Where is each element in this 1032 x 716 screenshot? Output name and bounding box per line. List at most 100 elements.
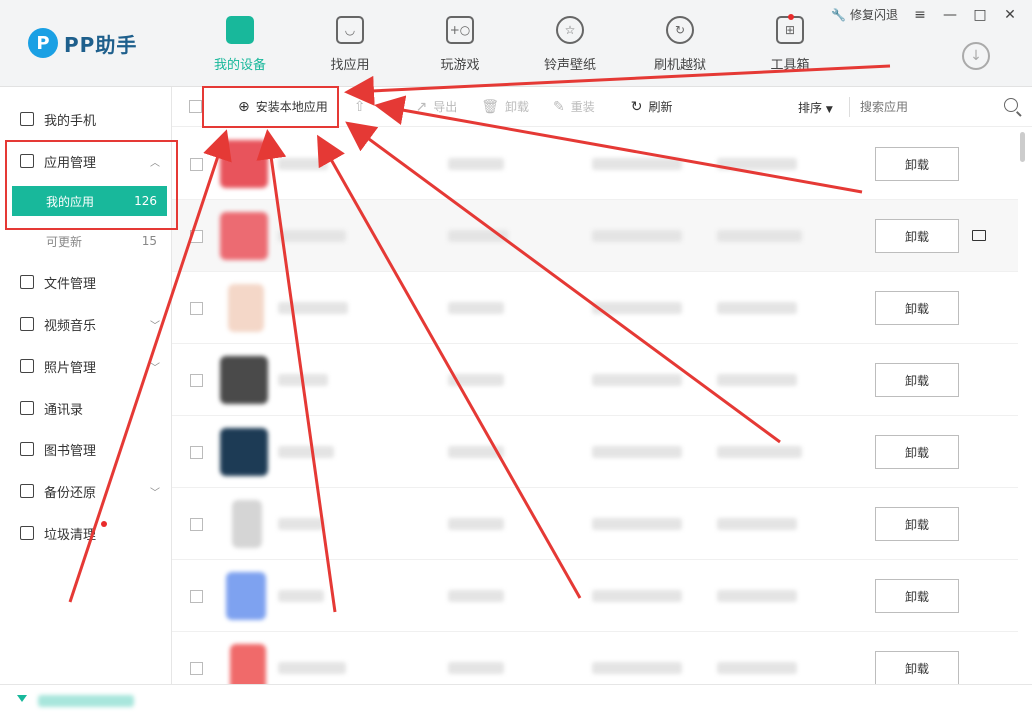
- app-version-redacted: [448, 374, 504, 386]
- bag-icon: ◡: [336, 16, 364, 44]
- tab-label: 我的设备: [213, 58, 266, 73]
- uninstall-button[interactable]: 卸载: [875, 507, 959, 541]
- sidebar-item-file-management[interactable]: 文件管理: [0, 263, 172, 301]
- main-nav: 我的设备 ◡ 找应用 +○ 玩游戏 ☆ 铃声壁纸 ↻ 刷机越狱 ⊞ 工具箱: [185, 16, 845, 78]
- upload-icon[interactable]: ⇧: [354, 99, 366, 115]
- repair-crash-button[interactable]: 🔧 修复闪退: [831, 6, 898, 23]
- list-scrollbar[interactable]: [1018, 128, 1026, 684]
- sidebar-subitem-updatable[interactable]: 可更新 15: [12, 226, 167, 256]
- expand-triangle-icon[interactable]: [17, 695, 27, 702]
- app-name-redacted: [278, 158, 328, 170]
- app-icon: [220, 356, 268, 404]
- app-name-redacted: [278, 374, 328, 386]
- uninstall-selected-button[interactable]: 🗑 卸载: [481, 98, 529, 115]
- table-row[interactable]: 卸载: [172, 128, 1018, 200]
- search-input[interactable]: [860, 95, 1010, 119]
- app-icon: [228, 284, 264, 332]
- table-row[interactable]: 卸载: [172, 488, 1018, 560]
- uninstall-button[interactable]: 卸载: [875, 291, 959, 325]
- table-row[interactable]: 卸载: [172, 416, 1018, 488]
- app-name-redacted: [278, 662, 346, 674]
- sidebar-item-label: 视频音乐: [44, 318, 97, 334]
- sort-dropdown[interactable]: 排序 ▼: [798, 99, 833, 116]
- sidebar-item-contacts[interactable]: 通讯录: [0, 389, 172, 427]
- uninstall-button[interactable]: 卸载: [875, 651, 959, 684]
- refresh-icon: ↻: [630, 98, 643, 115]
- tab-games[interactable]: +○ 玩游戏: [405, 16, 515, 78]
- scrollbar-thumb[interactable]: [1020, 132, 1025, 162]
- menu-icon[interactable]: ≡: [912, 7, 928, 23]
- uninstall-button[interactable]: 卸载: [875, 363, 959, 397]
- button-label: 卸载: [505, 100, 530, 114]
- sidebar-item-my-phone[interactable]: 我的手机: [0, 100, 172, 138]
- export-button[interactable]: ↗ 导出: [415, 98, 457, 115]
- app-icon: [232, 500, 262, 548]
- close-icon[interactable]: ✕: [1002, 7, 1018, 23]
- minimize-icon[interactable]: —: [942, 7, 958, 23]
- sidebar-item-video-music[interactable]: 视频音乐 ﹀: [0, 305, 172, 343]
- table-row[interactable]: 卸载: [172, 272, 1018, 344]
- row-checkbox[interactable]: [190, 590, 203, 603]
- app-info-redacted: [717, 590, 797, 602]
- repair-label: 修复闪退: [849, 8, 898, 22]
- sidebar-item-junk-cleanup[interactable]: 垃圾清理: [0, 514, 172, 552]
- uninstall-button[interactable]: 卸载: [875, 435, 959, 469]
- table-row[interactable]: 卸载: [172, 560, 1018, 632]
- app-info-redacted: [717, 662, 797, 674]
- sidebar-item-label: 垃圾清理: [44, 527, 97, 543]
- search-icon[interactable]: [1004, 98, 1018, 112]
- app-size-redacted: [592, 590, 682, 602]
- row-checkbox[interactable]: [190, 158, 203, 171]
- sidebar-item-book-management[interactable]: 图书管理: [0, 430, 172, 468]
- download-icon[interactable]: ↓: [962, 42, 990, 70]
- sidebar-item-photo-management[interactable]: 照片管理 ﹀: [0, 347, 172, 385]
- row-checkbox[interactable]: [190, 446, 203, 459]
- app-info-redacted: [717, 230, 802, 242]
- reinstall-button[interactable]: ✎ 重装: [553, 98, 595, 115]
- app-version-redacted: [448, 446, 504, 458]
- tab-my-device[interactable]: 我的设备: [185, 16, 295, 78]
- tab-label: 找应用: [330, 58, 370, 73]
- top-header: P PP助手 我的设备 ◡ 找应用 +○ 玩游戏 ☆ 铃声壁纸 ↻ 刷机越狱 ⊞…: [0, 0, 1032, 87]
- folder-icon[interactable]: [972, 230, 986, 241]
- app-icon: [220, 212, 268, 260]
- uninstall-button[interactable]: 卸载: [875, 147, 959, 181]
- row-checkbox[interactable]: [190, 230, 203, 243]
- tab-ringtones-wallpapers[interactable]: ☆ 铃声壁纸: [515, 16, 625, 78]
- window-controls: 🔧 修复闪退 ≡ — □ ✕: [831, 6, 1018, 23]
- row-checkbox[interactable]: [190, 518, 203, 531]
- row-checkbox[interactable]: [190, 374, 203, 387]
- app-size-redacted: [592, 662, 682, 674]
- app-version-redacted: [448, 158, 504, 170]
- contacts-icon: [20, 401, 34, 415]
- notification-dot: [101, 521, 107, 527]
- app-list: 卸载 卸载 卸载 卸载 卸载 卸载 卸载 卸载: [172, 128, 1018, 684]
- upload-icon: ⇧: [353, 98, 366, 115]
- app-title: PP助手: [64, 32, 138, 57]
- table-row[interactable]: 卸载: [172, 200, 1018, 272]
- select-all-checkbox[interactable]: [189, 100, 202, 113]
- app-name-redacted: [278, 302, 348, 314]
- app-size-redacted: [592, 230, 682, 242]
- maximize-icon[interactable]: □: [972, 7, 988, 23]
- sidebar-item-label: 备份还原: [44, 485, 97, 501]
- uninstall-button[interactable]: 卸载: [875, 219, 959, 253]
- phone-icon: [226, 16, 254, 44]
- app-info-redacted: [717, 158, 797, 170]
- sidebar-item-backup-restore[interactable]: 备份还原 ﹀: [0, 472, 172, 510]
- app-name-redacted: [278, 518, 324, 530]
- sidebar-item-label: 通讯录: [44, 402, 84, 418]
- app-info-redacted: [717, 302, 797, 314]
- row-checkbox[interactable]: [190, 302, 203, 315]
- app-version-redacted: [448, 230, 508, 242]
- table-row[interactable]: 卸载: [172, 632, 1018, 684]
- refresh-button[interactable]: ↻ 刷新: [631, 98, 673, 115]
- uninstall-button[interactable]: 卸载: [875, 579, 959, 613]
- tab-toolbox[interactable]: ⊞ 工具箱: [735, 16, 845, 78]
- table-row[interactable]: 卸载: [172, 344, 1018, 416]
- tab-find-apps[interactable]: ◡ 找应用: [295, 16, 405, 78]
- tab-flash-jailbreak[interactable]: ↻ 刷机越狱: [625, 16, 735, 78]
- app-icon: [220, 140, 268, 188]
- device-name-redacted: [38, 695, 134, 707]
- row-checkbox[interactable]: [190, 662, 203, 675]
